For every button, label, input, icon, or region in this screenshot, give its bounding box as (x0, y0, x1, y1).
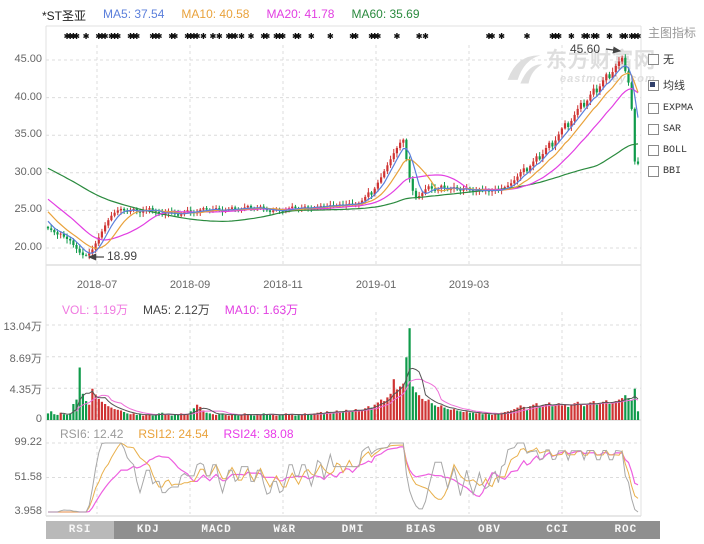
tab-rsi[interactable]: RSI (46, 521, 114, 539)
event-markers (64, 33, 640, 39)
price-ma20-line (48, 89, 638, 241)
vol-ma10-value: MA10: 1.63万 (225, 301, 298, 318)
ma10-legend-value: MA10: 40.58 (181, 7, 249, 24)
sidebar-title: 主图指标 (648, 24, 704, 41)
indicator-tab-bar: RSIKDJMACDW&RDMIBIASOBVCCIROC (46, 521, 660, 539)
tab-bias[interactable]: BIAS (387, 521, 455, 539)
checkbox-checked-icon[interactable] (648, 80, 659, 91)
indicator-option-EXPMA[interactable]: EXPMA (648, 103, 704, 114)
stock-chart-app: 东方财富网 eastmoney.com 45.0040.0035.0030.00… (0, 0, 704, 544)
stock-chart-svg (0, 0, 704, 544)
indicator-option-label: SAR (663, 124, 681, 135)
indicator-option-label: EXPMA (663, 103, 693, 114)
checkbox-icon[interactable] (648, 54, 659, 65)
checkbox-icon[interactable] (648, 124, 659, 135)
main-chart-legend: *ST圣亚 MA5: 37.54 MA10: 40.58 MA20: 41.78 MA… (42, 7, 420, 24)
rsi-legend: RSI6: 12.42 RSI12: 24.54 RSI24: 38.08 (60, 427, 294, 441)
ma20-legend-value: MA20: 41.78 (266, 7, 334, 24)
volume-ma10-line (77, 379, 639, 415)
tab-dmi[interactable]: DMI (319, 521, 387, 539)
high-price-annotation: 45.60 (570, 42, 600, 56)
rsi24-value: RSI24: 38.08 (223, 427, 293, 441)
tab-cci[interactable]: CCI (524, 521, 592, 539)
tab-kdj[interactable]: KDJ (114, 521, 182, 539)
low-price-annotation: 18.99 (107, 249, 137, 263)
stock-name: *ST圣亚 (42, 7, 86, 24)
candles (47, 54, 639, 259)
indicator-option-label: 均线 (663, 77, 685, 93)
indicator-option-label: BBI (663, 166, 681, 177)
ma60-legend-value: MA60: 35.69 (351, 7, 419, 24)
tab-macd[interactable]: MACD (182, 521, 250, 539)
main-indicator-sidebar: 主图指标 无均线 EXPMA SAR BOLL BBI (648, 24, 704, 187)
volume-legend: VOL: 1.19万 MA5: 2.12万 MA10: 1.63万 (62, 301, 298, 318)
gridlines (46, 45, 641, 514)
checkbox-icon[interactable] (648, 166, 659, 177)
rsi6-value: RSI6: 12.42 (60, 427, 123, 441)
volume-bars (47, 328, 639, 420)
ma5-legend-value: MA5: 37.54 (103, 7, 164, 24)
indicator-option-label: 无 (663, 51, 674, 67)
indicator-option-BOLL[interactable]: BOLL (648, 145, 704, 156)
tab-obv[interactable]: OBV (455, 521, 523, 539)
vol-value: VOL: 1.19万 (62, 301, 128, 318)
tab-wr[interactable]: W&R (251, 521, 319, 539)
indicator-option-均线[interactable]: 均线 (648, 77, 704, 93)
indicator-option-label: BOLL (663, 145, 687, 156)
indicator-option-无[interactable]: 无 (648, 51, 704, 67)
rsi12-value: RSI12: 24.54 (138, 427, 208, 441)
checkbox-icon[interactable] (648, 103, 659, 114)
tab-roc[interactable]: ROC (592, 521, 660, 539)
vol-ma5-value: MA5: 2.12万 (143, 301, 210, 318)
indicator-option-BBI[interactable]: BBI (648, 166, 704, 177)
checkbox-icon[interactable] (648, 145, 659, 156)
indicator-option-SAR[interactable]: SAR (648, 124, 704, 135)
price-ma10-line (48, 73, 638, 248)
